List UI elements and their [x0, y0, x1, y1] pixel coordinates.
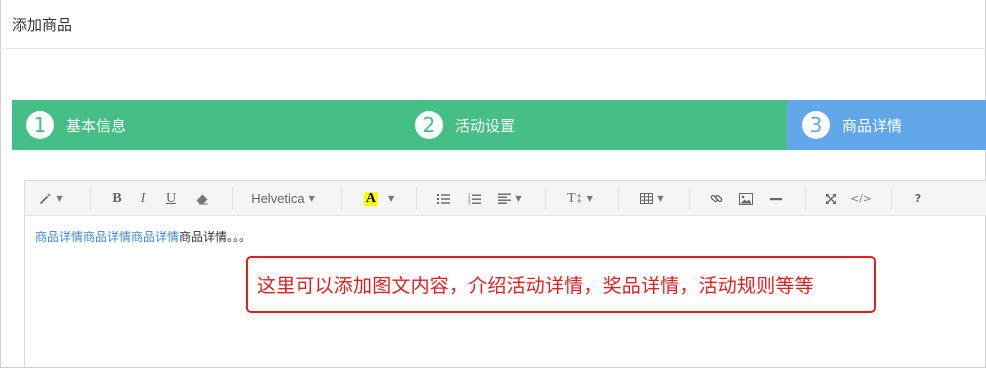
link-icon: [710, 194, 722, 203]
magic-wand-dropdown[interactable]: ▼: [33, 181, 69, 216]
step-label: 商品详情: [842, 116, 903, 135]
chevron-down-icon: ▼: [308, 194, 315, 203]
content-link-text[interactable]: 商品详情商品详情商品详情: [35, 230, 179, 244]
horizontal-rule-button[interactable]: [765, 181, 787, 216]
unordered-list-button[interactable]: [433, 181, 453, 216]
highlight-color-dropdown[interactable]: A ▼: [359, 181, 399, 216]
step-label: 活动设置: [455, 116, 516, 135]
toolbar-divider: [341, 187, 342, 210]
annotation-callout: 这里可以添加图文内容，介绍活动详情，奖品详情，活动规则等等: [246, 256, 876, 313]
toolbar-divider: [416, 187, 417, 210]
eraser-icon: [196, 194, 208, 204]
ordered-list-button[interactable]: 1 2 3: [464, 181, 484, 216]
chevron-down-icon: ▼: [387, 194, 395, 203]
fullscreen-icon: [826, 193, 836, 204]
picture-icon: [739, 192, 753, 205]
font-size-icon: T↕: [567, 190, 583, 206]
toolbar-divider: [618, 187, 619, 210]
toolbar-divider: [689, 187, 690, 210]
picture-button[interactable]: [735, 181, 757, 216]
chevron-down-icon: ▼: [586, 194, 593, 203]
table-dropdown[interactable]: ▼: [635, 181, 669, 216]
step-progress-bar: 1 基本信息 2 活动设置 3 商品详情: [12, 100, 986, 150]
eraser-button[interactable]: [191, 181, 213, 216]
toolbar-divider: [545, 187, 546, 210]
svg-text:3: 3: [468, 200, 471, 205]
font-size-dropdown[interactable]: T↕ ▼: [562, 181, 598, 216]
toolbar-divider: [232, 187, 233, 210]
step-activity-settings[interactable]: 2 活动设置: [403, 100, 787, 150]
underline-button[interactable]: U: [161, 181, 181, 216]
help-button[interactable]: ?: [909, 181, 927, 216]
magic-wand-icon: [40, 193, 52, 205]
editor-toolbar: ▼ B I U Helvetica ▼ A ▼ 1 2 3 ▼ T↕ ▼ ▼ <…: [25, 181, 986, 216]
chevron-down-icon: ▼: [515, 194, 522, 203]
chevron-down-icon: ▼: [56, 194, 63, 203]
step-number-3: 3: [802, 111, 830, 139]
content-text: 商品详情。。。: [179, 230, 252, 244]
step-label: 基本信息: [66, 116, 127, 135]
step-number-1: 1: [26, 111, 54, 139]
horizontal-rule-icon: [770, 197, 782, 200]
link-button[interactable]: [705, 181, 727, 216]
editor-content[interactable]: 商品详情商品详情商品详情商品详情。。。: [35, 228, 251, 245]
highlight-color-icon: A: [363, 190, 378, 206]
code-view-button[interactable]: </>: [847, 181, 875, 216]
table-icon: [640, 193, 654, 204]
font-name: Helvetica: [251, 191, 305, 206]
unordered-list-icon: [436, 194, 450, 204]
step-basic-info[interactable]: 1 基本信息: [12, 100, 403, 150]
italic-button[interactable]: I: [133, 181, 153, 216]
step-product-details[interactable]: 3 商品详情: [787, 100, 986, 150]
align-left-icon: [498, 193, 512, 204]
bold-button[interactable]: B: [107, 181, 127, 216]
step-number-2: 2: [415, 111, 443, 139]
toolbar-divider: [891, 187, 892, 210]
chevron-down-icon: ▼: [657, 194, 664, 203]
fullscreen-button[interactable]: [821, 181, 841, 216]
page-header: 添加商品: [0, 0, 986, 49]
toolbar-divider: [90, 187, 91, 210]
page-title: 添加商品: [12, 16, 73, 34]
font-family-dropdown[interactable]: Helvetica ▼: [247, 181, 319, 216]
ordered-list-icon: 1 2 3: [468, 193, 481, 205]
toolbar-divider: [805, 187, 806, 210]
align-dropdown[interactable]: ▼: [495, 181, 525, 216]
annotation-text: 这里可以添加图文内容，介绍活动详情，奖品详情，活动规则等等: [257, 275, 814, 297]
